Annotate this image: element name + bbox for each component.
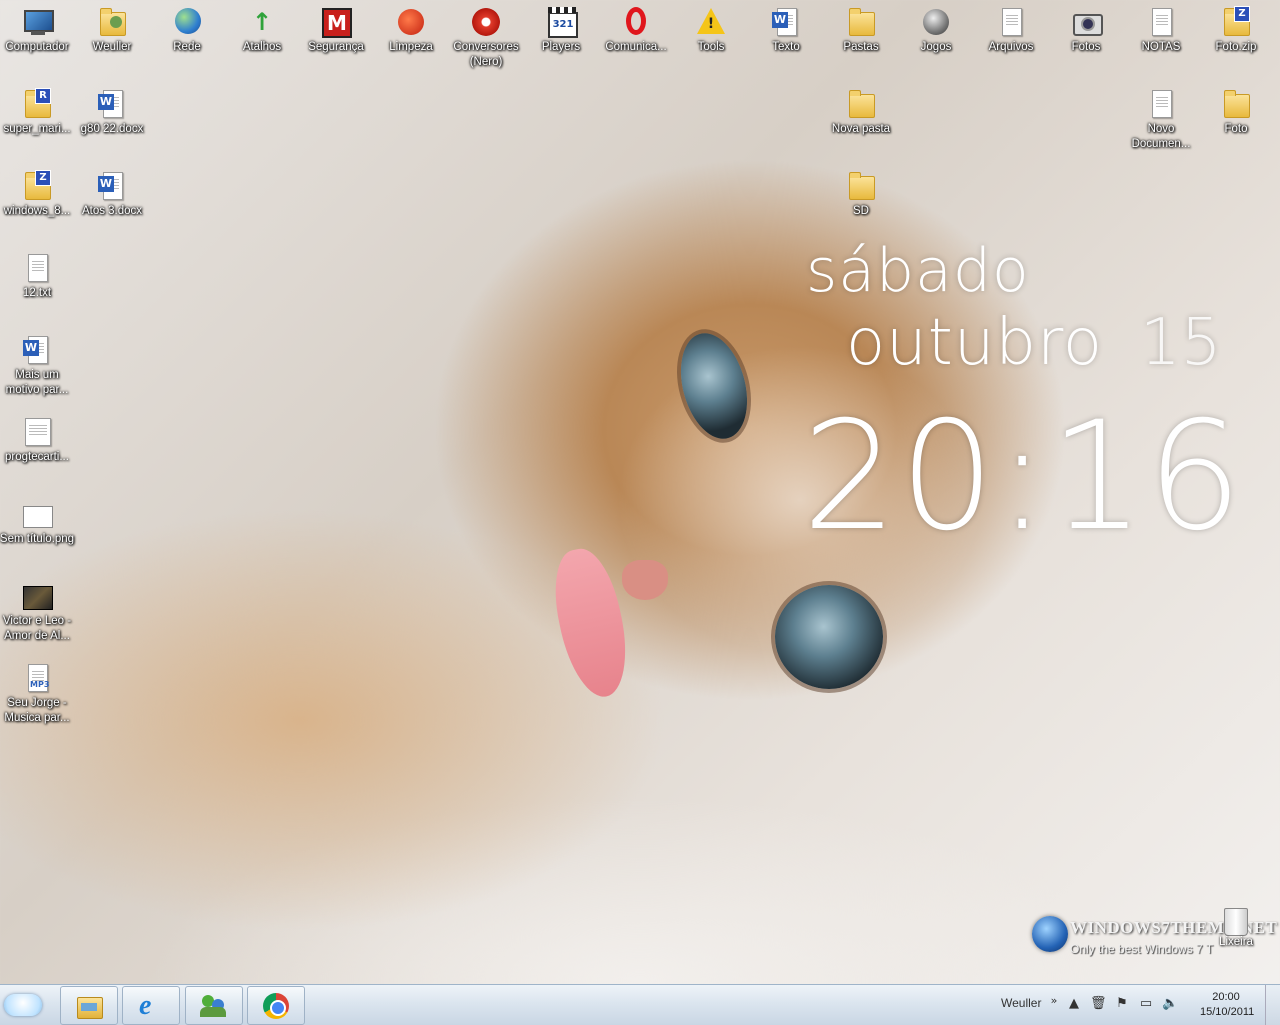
desktop-icon-tools[interactable]: ! Tools (673, 2, 749, 55)
folder-icon (75, 993, 103, 1019)
desktop-icon-texto[interactable]: W Texto (748, 2, 824, 55)
start-orb-icon (4, 994, 42, 1016)
desktop-icon-12-txt[interactable]: 12.txt (0, 248, 75, 301)
desktop-icon-seguranca[interactable]: M Segurança (298, 2, 374, 55)
desktop-icon-pastas[interactable]: Pastas (823, 2, 899, 55)
folder-icon (1220, 88, 1252, 120)
clock-time: 20:16 (802, 390, 1245, 564)
kitten-nose (622, 560, 668, 600)
mp3-file-icon: MP3 (21, 662, 53, 694)
folder-icon (845, 88, 877, 120)
taskbar-ie-button[interactable]: e (122, 986, 180, 1025)
clock-date: 15 (1140, 306, 1222, 380)
user-folder-icon (96, 6, 128, 38)
zip-folder-icon: Z (1220, 6, 1252, 38)
desktop-icon-arquivos[interactable]: Arquivos (973, 2, 1049, 55)
desktop-icon-notas[interactable]: NOTAS (1123, 2, 1199, 55)
chrome-icon (262, 993, 290, 1019)
folder-icon (845, 170, 877, 202)
windows-logo-icon (1032, 916, 1068, 952)
desktop-icon-conversores[interactable]: Conversores (Nero) (448, 2, 524, 70)
camera-icon (1070, 6, 1103, 38)
taskbar-explorer-button[interactable] (60, 986, 118, 1025)
word-document-icon: W (96, 170, 128, 202)
desktop-icon-foto[interactable]: Foto (1198, 84, 1274, 137)
desktop-icon-nova-pasta[interactable]: Nova pasta (823, 84, 899, 137)
kitten-eye-upper (670, 325, 758, 447)
taskbar-clock-time: 20:00 (1212, 991, 1240, 1003)
malwarebytes-icon: M (320, 6, 352, 38)
desktop-icon-comunica[interactable]: Comunica... (598, 2, 674, 55)
desktop-icon-atalhos[interactable]: ↑ Atalhos (224, 2, 300, 55)
desktop-icon-foto-zip[interactable]: Z Foto.zip (1198, 2, 1274, 55)
text-file-icon (21, 252, 53, 284)
messenger-icon (200, 993, 228, 1019)
desktop-icon-super-mario[interactable]: R super_mari... (0, 84, 75, 137)
desktop-icon-victor-e-leo[interactable]: Victor e Leo - Amor de Al... (0, 576, 75, 644)
kitten-tongue (545, 543, 637, 703)
kitten-eye-lower (775, 585, 883, 689)
word-icon: W (770, 6, 802, 38)
ccleaner-icon (395, 6, 427, 38)
network-tray-icon[interactable]: ▭ (1138, 996, 1154, 1012)
word-document-icon: W (96, 88, 128, 120)
desktop-icon-sem-titulo[interactable]: Sem título.png (0, 494, 75, 547)
nero-icon (470, 6, 502, 38)
desktop-icon-mais-um-motivo[interactable]: W Mais um motivo par... (0, 330, 75, 398)
taskbar-chrome-button[interactable] (247, 986, 305, 1025)
tray-chevron-icon[interactable]: » (1046, 993, 1062, 1009)
clapperboard-icon: 321 (545, 6, 578, 38)
clock-month: outubro (846, 306, 1104, 380)
text-file-icon (1145, 88, 1177, 120)
desktop-icon-players[interactable]: 321 Players (523, 2, 599, 55)
ie-icon: e (139, 990, 152, 1021)
desktop-icon-atos-3[interactable]: W Atos 3.docx (74, 166, 150, 219)
folder-icon (845, 6, 877, 38)
taskbar-clock-date: 15/10/2011 (1200, 1006, 1255, 1018)
show-desktop-button[interactable] (1265, 985, 1280, 1025)
taskbar-clock[interactable]: 20:00 15/10/2011 (1200, 990, 1255, 1020)
games-icon (920, 6, 952, 38)
desktop-icon-weuller[interactable]: Weuller (74, 2, 150, 55)
trash-tray-icon[interactable]: 🗑 (1090, 996, 1107, 1012)
desktop-icon-windows-8[interactable]: Z windows_8... (0, 166, 75, 219)
volume-icon[interactable]: 🔈 (1162, 996, 1178, 1012)
desktop-icon-jogos[interactable]: Jogos (898, 2, 974, 55)
taskbar-messenger-button[interactable] (185, 986, 243, 1025)
warning-icon: ! (695, 6, 727, 38)
desktop-icon-sd[interactable]: SD (823, 166, 899, 219)
file-icon (995, 6, 1027, 38)
video-thumbnail-icon (21, 580, 53, 612)
computer-icon (21, 6, 54, 38)
action-center-flag-icon[interactable]: ⚑ (1114, 996, 1130, 1012)
notes-icon (1145, 6, 1177, 38)
watermark-subtitle: Only the best Windows 7 T (1070, 942, 1214, 956)
desktop-icon-g80-22[interactable]: W g80 22.docx (74, 84, 150, 137)
desktop-icon-novo-documento[interactable]: Novo Documen... (1123, 84, 1199, 152)
image-file-icon (21, 498, 53, 530)
clock-day: sábado (806, 236, 1030, 306)
green-arrow-icon: ↑ (251, 8, 273, 36)
opera-icon (620, 6, 652, 38)
taskbar: e Weuller » ▲ 🗑 ⚑ ▭ 🔈 20:00 15/10/2011 (0, 984, 1280, 1025)
desktop-icon-lixeira[interactable]: Lixeira (1206, 908, 1266, 948)
desktop-icon-seu-jorge[interactable]: MP3 Seu Jorge - Musica par... (0, 658, 75, 726)
desktop-icon-computador[interactable]: Computador (0, 2, 75, 55)
show-hidden-icons-icon[interactable]: ▲ (1066, 996, 1082, 1012)
zip-folder-icon: Z (21, 170, 53, 202)
rar-folder-icon: R (21, 88, 53, 120)
desktop-icon-progtecarti[interactable]: progtecarti... (0, 412, 75, 465)
document-icon (21, 416, 53, 448)
desktop-icon-fotos[interactable]: Fotos (1048, 2, 1124, 55)
desktop-icon-limpeza[interactable]: Limpeza (373, 2, 449, 55)
network-icon (171, 6, 203, 38)
desktop-icon-rede[interactable]: Rede (149, 2, 225, 55)
recycle-bin-icon (1224, 908, 1248, 936)
word-document-icon: W (21, 334, 53, 366)
start-button[interactable] (2, 986, 44, 1024)
tray-user-label[interactable]: Weuller (1001, 996, 1041, 1010)
